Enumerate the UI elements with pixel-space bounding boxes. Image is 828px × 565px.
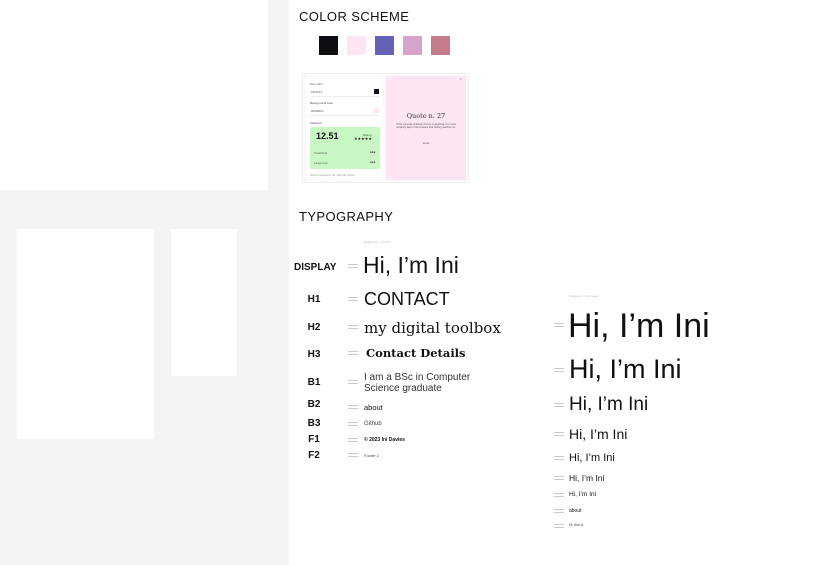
bg-color-field[interactable]: #FDE6F2 (310, 107, 380, 116)
bg-color-chip[interactable] (374, 108, 379, 113)
statistics-label: Statistics (310, 121, 323, 125)
stats-card: 12.51 Rating ★★★★★ Small font ●●● Large … (310, 127, 380, 169)
quote-card: × Quote n. 27 If the universe of literar… (386, 76, 466, 180)
h3-sample: Contact Details (366, 346, 466, 360)
text-color-label: Text color (310, 82, 323, 86)
row-marker (348, 405, 358, 410)
settings-panel: Text color #11121d Background color #FDE… (306, 77, 383, 179)
b3-sample: Github (364, 421, 382, 427)
row-marker (348, 264, 358, 269)
top-frame-card[interactable] (0, 0, 268, 190)
label-h3: H3 (307, 349, 321, 360)
scale-marker (554, 476, 564, 481)
swatch-rose[interactable] (431, 36, 450, 55)
frame-card-left[interactable] (17, 229, 154, 439)
scale-sample-9: Hi, this is (569, 523, 584, 527)
close-icon[interactable]: × (459, 77, 462, 83)
typography-title: TYPOGRAPHY (299, 209, 394, 224)
bg-color-label: Background color (310, 101, 334, 105)
text-color-value: #11121d (311, 90, 323, 94)
row-marker (348, 422, 358, 427)
row-marker (348, 438, 358, 443)
swatch-indigo[interactable] (375, 36, 394, 55)
row-marker (348, 297, 358, 302)
swatch-light-pink[interactable] (347, 36, 366, 55)
font-list-caption: Reference · font list (364, 240, 391, 244)
preview-mockup: Text color #11121d Background color #FDE… (302, 73, 469, 183)
rating-stars: ★★★★★ (354, 136, 372, 141)
f2-sample: Footer 2 (364, 453, 379, 458)
f1-sample: © 2023 Ini Davies (364, 437, 405, 443)
scale-marker (554, 509, 564, 514)
quote-title: Quote n. 27 (406, 112, 446, 120)
label-display: DISPLAY (294, 262, 337, 273)
scale-sample-8: about (569, 508, 582, 514)
footnote: Show sequence for sample quote (310, 173, 355, 177)
label-f2: F2 (308, 450, 320, 461)
scale-sample-4: Hi, I’m Ini (569, 426, 628, 442)
display-sample: Hi, I’m Ini (363, 252, 459, 278)
left-canvas-pane (0, 0, 289, 565)
quote-body: If the universe of literary forms is any… (396, 123, 456, 130)
label-b3: B3 (307, 418, 321, 429)
scale-sample-5: Hi, I’m Ini (569, 452, 615, 464)
b2-sample: about (364, 403, 383, 412)
text-color-field[interactable]: #11121d (310, 88, 380, 97)
label-h2: H2 (307, 322, 321, 333)
small-font-dots[interactable]: ●●● (370, 150, 375, 154)
swatch-lilac[interactable] (403, 36, 422, 55)
scale-sample-3: Hi, I’m Ini (569, 394, 649, 415)
bg-color-value: #FDE6F2 (311, 109, 324, 113)
scale-marker (554, 524, 564, 529)
font-scale-caption: Reference · font scale (569, 294, 599, 298)
label-b2: B2 (307, 399, 321, 410)
row-marker (348, 325, 358, 330)
scale-marker (554, 323, 564, 328)
scale-marker (554, 432, 564, 437)
row-marker (348, 380, 358, 385)
color-scheme-title: COLOR SCHEME (299, 9, 410, 24)
h2-sample: my digital toolbox (364, 319, 501, 337)
frame-card-right[interactable] (171, 229, 237, 376)
scale-marker (554, 368, 564, 373)
quote-author: Jane (422, 141, 430, 145)
label-f1: F1 (308, 434, 320, 445)
scale-marker (554, 456, 564, 461)
b1-sample: I am a BSc in Computer Science graduate (364, 372, 471, 394)
scale-marker (554, 403, 564, 408)
text-color-chip[interactable] (374, 89, 379, 94)
row-marker (348, 453, 358, 458)
score-value: 12.51 (316, 131, 339, 141)
large-font-label: Large font (314, 161, 328, 165)
label-b1: B1 (307, 377, 321, 388)
scale-sample-6: Hi, I’m Ini (569, 473, 605, 483)
scale-marker (554, 493, 564, 498)
row-marker (348, 351, 358, 356)
scale-sample-1: Hi, I’m Ini (568, 307, 710, 345)
large-font-dots[interactable]: ●●● (370, 160, 375, 164)
h1-sample: CONTACT (364, 289, 450, 309)
scale-sample-2: Hi, I’m Ini (569, 354, 682, 384)
scale-sample-7: Hi, I’m Ini (569, 491, 597, 498)
label-h1: H1 (307, 294, 321, 305)
swatch-black[interactable] (319, 36, 338, 55)
small-font-label: Small font (314, 151, 328, 155)
